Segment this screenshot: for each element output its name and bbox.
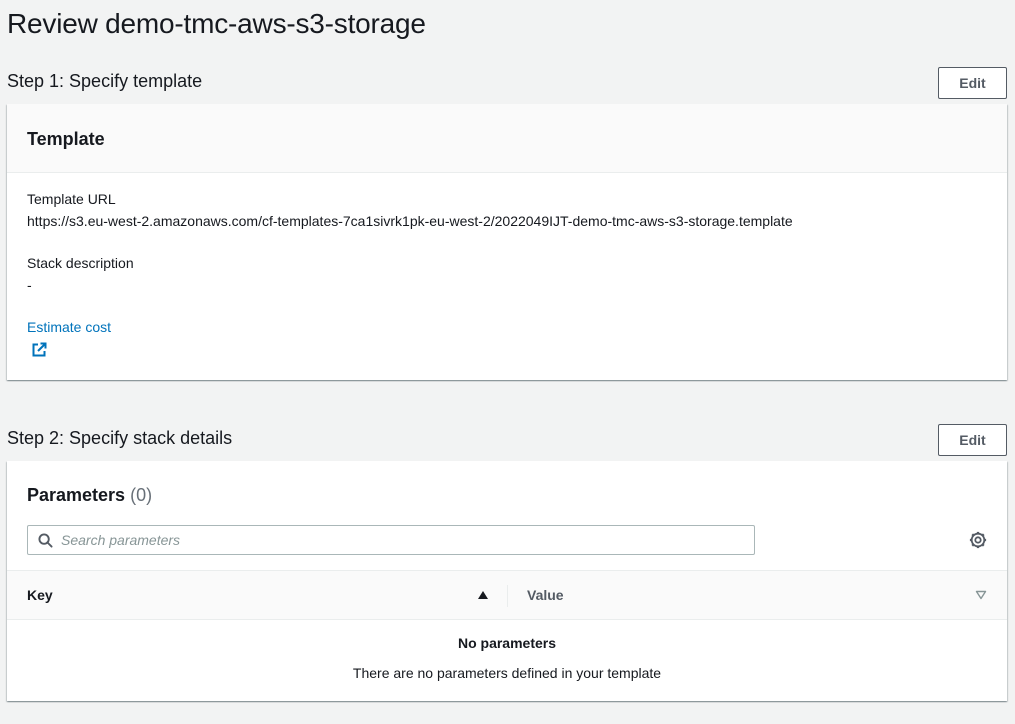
step2-title: Step 2: Specify stack details [7, 428, 233, 448]
stack-description-value: - [27, 277, 32, 293]
estimate-cost-link[interactable]: Estimate cost [27, 319, 111, 335]
template-card: Template Template URL https://s3.eu-west… [7, 104, 1007, 380]
parameters-count: (0) [130, 485, 153, 505]
search-parameters-input[interactable] [61, 526, 741, 554]
sort-descending-icon[interactable] [975, 590, 987, 600]
step1-header: Step 1: Specify template Edit [7, 67, 1007, 99]
gear-icon[interactable] [969, 531, 987, 549]
template-card-title: Template [7, 104, 1007, 173]
parameters-label: Parameters [27, 485, 126, 505]
column-header-key[interactable]: Key [27, 587, 53, 603]
parameters-heading: Parameters (0) [27, 485, 152, 506]
step1-title: Step 1: Specify template [7, 71, 203, 91]
review-page: Review demo-tmc-aws-s3-storage Step 1: S… [0, 0, 1015, 724]
empty-state-title: No parameters [457, 635, 557, 651]
column-divider[interactable] [507, 585, 508, 607]
external-link-icon[interactable] [31, 342, 47, 358]
page-title: Review demo-tmc-aws-s3-storage [7, 8, 426, 39]
empty-state-text: There are no parameters defined in your … [352, 665, 662, 681]
column-header-value[interactable]: Value [527, 587, 564, 603]
step1-edit-button[interactable]: Edit [938, 67, 1007, 99]
parameters-table-header: Key Value [7, 570, 1007, 620]
sort-ascending-icon[interactable] [477, 590, 489, 600]
template-url-value: https://s3.eu-west-2.amazonaws.com/cf-te… [27, 213, 793, 229]
search-parameters-box[interactable] [27, 525, 755, 555]
step2-edit-button[interactable]: Edit [938, 424, 1007, 456]
template-url-label: Template URL [27, 191, 116, 207]
search-icon [38, 533, 53, 548]
parameters-card: Parameters (0) Key [7, 461, 1007, 701]
stack-description-label: Stack description [27, 255, 134, 271]
step2-header: Step 2: Specify stack details Edit [7, 424, 1007, 456]
